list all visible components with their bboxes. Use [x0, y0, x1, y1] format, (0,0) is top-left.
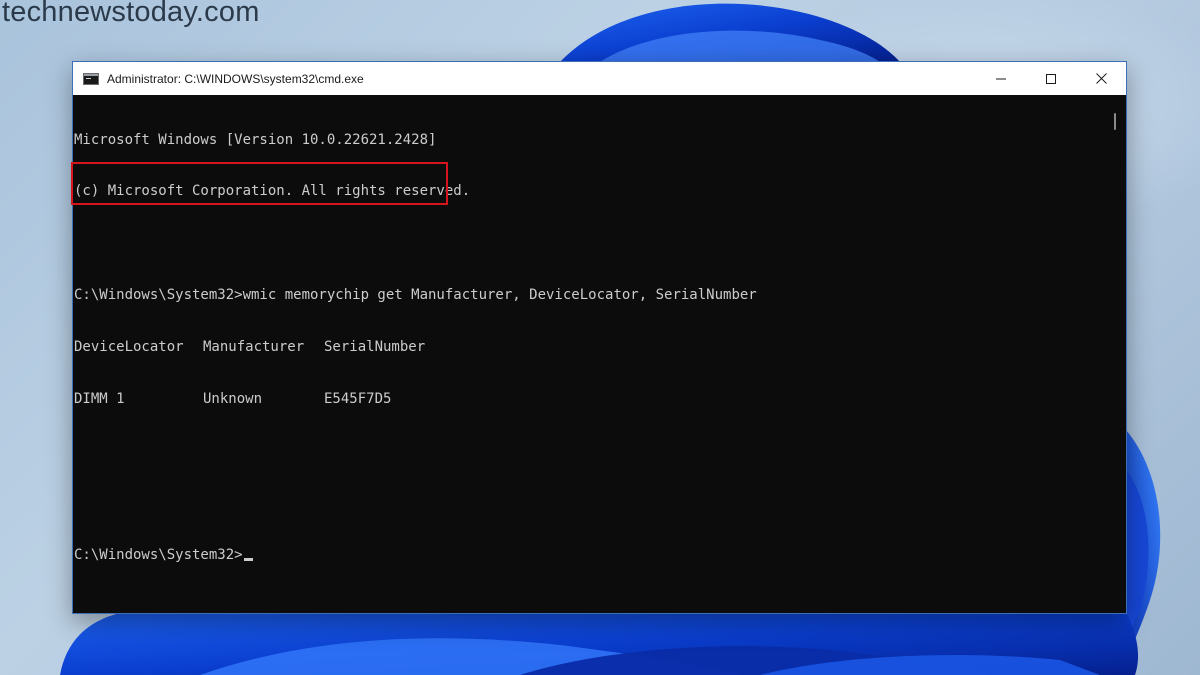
minimize-icon: [996, 78, 1006, 79]
scrollbar-thumb[interactable]: [1114, 113, 1116, 130]
console-line: Microsoft Windows [Version 10.0.22621.24…: [74, 131, 437, 148]
table-row: DIMM 1 Unknown E545F7D5: [74, 391, 1108, 408]
console-prompt: C:\Windows\System32>: [74, 546, 243, 563]
close-icon: [1095, 73, 1107, 84]
window-controls: [976, 62, 1126, 95]
site-watermark: technewstoday.com: [2, 0, 260, 28]
cell-manufacturer: Unknown: [203, 391, 263, 408]
header-serial-number: SerialNumber: [324, 339, 426, 356]
maximize-button[interactable]: [1026, 62, 1076, 95]
minimize-button[interactable]: [976, 62, 1026, 95]
cmd-icon: [83, 72, 99, 85]
text-cursor: [243, 557, 253, 561]
console-line: (c) Microsoft Corporation. All rights re…: [74, 183, 471, 200]
vertical-scrollbar[interactable]: [1106, 95, 1126, 613]
cell-serial-number: E545F7D5: [324, 391, 392, 408]
window-title: Administrator: C:\WINDOWS\system32\cmd.e…: [107, 71, 364, 86]
console-command-line: C:\Windows\System32>wmic memorychip get …: [74, 287, 757, 304]
header-device-locator: DeviceLocator: [74, 339, 184, 356]
header-manufacturer: Manufacturer: [203, 339, 305, 356]
cmd-window[interactable]: Administrator: C:\WINDOWS\system32\cmd.e…: [72, 61, 1127, 614]
close-button[interactable]: [1076, 62, 1126, 95]
prompt-line[interactable]: C:\Windows\System32>: [74, 547, 1108, 564]
console-output[interactable]: Microsoft Windows [Version 10.0.22621.24…: [73, 95, 1108, 613]
cell-device-locator: DIMM 1: [74, 391, 125, 408]
maximize-icon: [1046, 73, 1056, 84]
title-bar[interactable]: Administrator: C:\WINDOWS\system32\cmd.e…: [73, 62, 1126, 95]
table-header-row: DeviceLocator Manufacturer SerialNumber: [74, 339, 1108, 356]
